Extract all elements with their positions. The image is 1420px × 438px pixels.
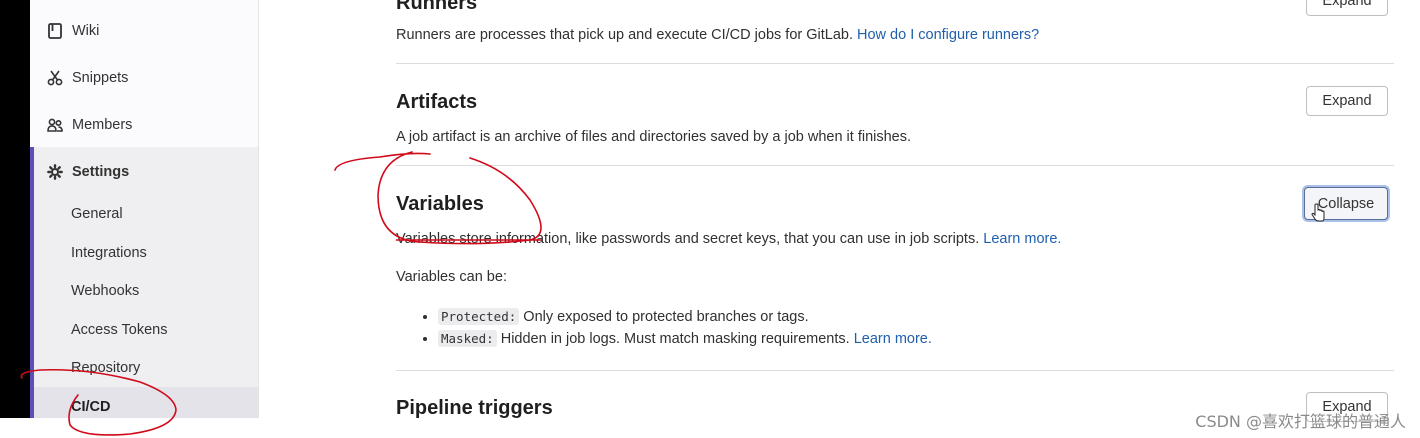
list-item: Protected: Only exposed to protected bra… (438, 306, 932, 328)
sidebar-item-label: Wiki (72, 23, 100, 39)
configure-runners-link[interactable]: How do I configure runners? (857, 27, 1039, 43)
sidebar-footer (0, 418, 258, 438)
artifacts-expand-button[interactable]: Expand (1306, 86, 1388, 116)
masking-learn-more-link[interactable]: Learn more. (854, 331, 932, 347)
variables-description: Variables store information, like passwo… (396, 231, 1061, 247)
pipeline-triggers-title: Pipeline triggers (396, 397, 553, 419)
sidebar-subitem-integrations[interactable]: Integrations (71, 245, 147, 261)
variables-collapse-button[interactable]: Collapse (1304, 187, 1388, 220)
divider (396, 370, 1394, 371)
protected-text: Only exposed to protected branches or ta… (523, 309, 809, 325)
variables-title: Variables (396, 193, 484, 215)
variables-desc-text: Variables store information, like passwo… (396, 231, 980, 247)
sidebar-item-label: Members (72, 117, 133, 133)
sidebar-subitem-cicd[interactable]: CI/CD (71, 399, 110, 415)
runners-expand-button[interactable]: Expand (1306, 0, 1388, 16)
csdn-watermark: CSDN @喜欢打篮球的普通人 (1195, 412, 1406, 431)
gear-icon (46, 163, 64, 181)
sidebar-item-label: Settings (72, 164, 130, 180)
protected-code: Protected: (438, 308, 520, 325)
masked-code: Masked: (438, 330, 497, 347)
variables-can-be-text: Variables can be: (396, 269, 507, 285)
sidebar: Wiki Snippets Members Settings General I… (30, 0, 259, 421)
active-item-highlight (34, 387, 258, 421)
left-black-border (0, 0, 30, 418)
masked-text: Hidden in job logs. Must match masking r… (500, 331, 850, 347)
sidebar-item-wiki[interactable]: Wiki (30, 9, 258, 53)
variables-type-list: Protected: Only exposed to protected bra… (416, 306, 932, 350)
sidebar-item-snippets[interactable]: Snippets (30, 56, 258, 100)
sidebar-item-members[interactable]: Members (30, 103, 258, 147)
sidebar-item-settings[interactable]: Settings (30, 150, 258, 194)
sidebar-subitem-repository[interactable]: Repository (71, 360, 140, 376)
runners-title: Runners (396, 0, 478, 14)
scissors-icon (46, 69, 64, 87)
sidebar-item-label: Snippets (72, 70, 129, 86)
artifacts-description: A job artifact is an archive of files an… (396, 129, 912, 145)
sidebar-subitem-access-tokens[interactable]: Access Tokens (71, 322, 167, 338)
sidebar-subitem-webhooks[interactable]: Webhooks (71, 283, 139, 299)
runners-description: Runners are processes that pick up and e… (396, 27, 1039, 43)
settings-content: Runners Expand Runners are processes tha… (396, 0, 1394, 438)
runners-desc-text: Runners are processes that pick up and e… (396, 27, 853, 43)
sidebar-subitem-general[interactable]: General (71, 206, 123, 222)
book-icon (46, 22, 64, 40)
divider (396, 63, 1394, 64)
divider (396, 165, 1394, 166)
variables-learn-more-link[interactable]: Learn more. (983, 231, 1061, 247)
artifacts-title: Artifacts (396, 91, 478, 113)
users-icon (46, 116, 64, 134)
list-item: Masked: Hidden in job logs. Must match m… (438, 328, 932, 350)
